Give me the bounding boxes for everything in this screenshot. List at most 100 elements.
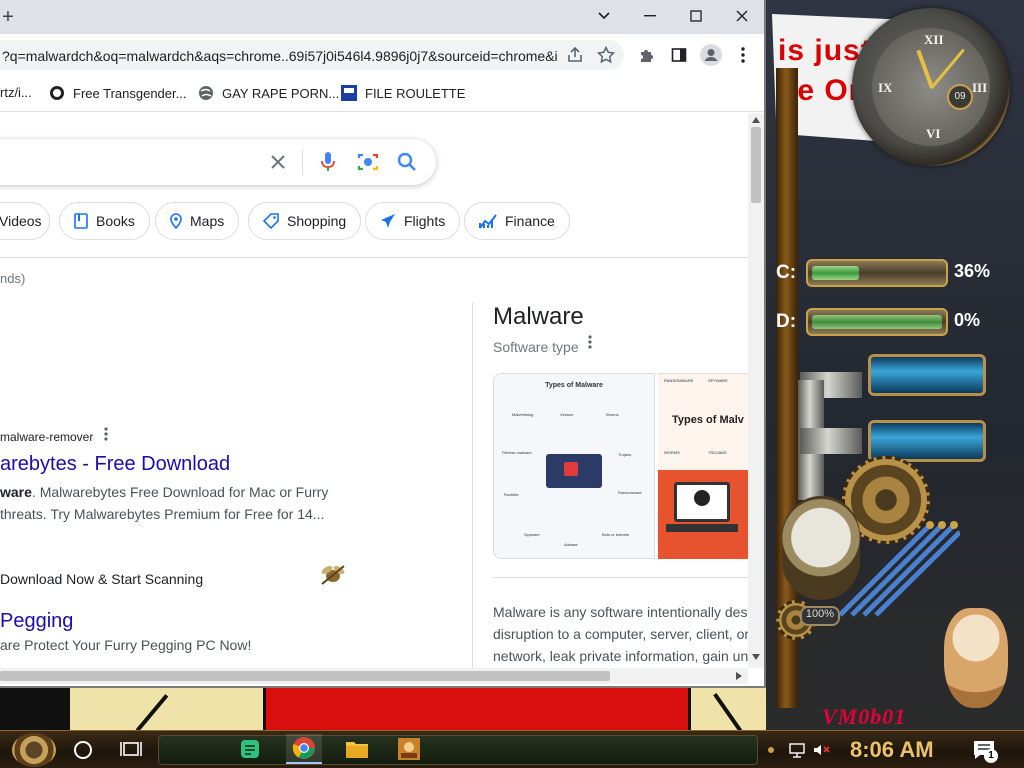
close-button[interactable]	[719, 0, 764, 32]
address-bar[interactable]: ?q=malwardch&oq=malwardch&aqs=chrome..69…	[0, 40, 624, 70]
share-button[interactable]	[563, 43, 587, 67]
skull-icon	[694, 490, 710, 506]
image-label: Rootkits	[504, 492, 519, 497]
volume-muted-icon[interactable]	[812, 741, 830, 759]
tab-search-button[interactable]	[581, 0, 627, 32]
minimize-icon	[644, 15, 656, 17]
cortana-search-icon[interactable]	[74, 741, 92, 759]
image-caption: Types of Malware	[545, 382, 603, 389]
result-url[interactable]: malware-remover	[0, 430, 93, 444]
chip-label: Maps	[190, 213, 225, 229]
scrollbar-thumb[interactable]	[0, 671, 610, 681]
maximize-icon	[690, 10, 702, 22]
result-stats: nds)	[0, 271, 26, 286]
start-button[interactable]	[12, 733, 56, 767]
horizontal-scrollbar[interactable]	[0, 668, 748, 684]
knowledge-panel-image[interactable]: Types of Malware Malvertising Viruses Worm…	[493, 373, 655, 559]
image-label: Trojans	[618, 452, 632, 457]
scroll-right-icon[interactable]	[736, 672, 742, 680]
scrollbar-thumb[interactable]	[751, 127, 761, 203]
snippet-text: . Malwarebytes Free Download for Mac or …	[31, 484, 329, 500]
scroll-up-icon[interactable]	[752, 117, 760, 123]
bookmark-item[interactable]: rtz/i...	[0, 85, 32, 100]
system-clock[interactable]: 8:06 AM	[850, 737, 934, 763]
image-label: RANSOMWARE	[664, 378, 694, 383]
maximize-button[interactable]	[673, 0, 719, 32]
chip-books[interactable]: Books	[59, 202, 150, 240]
wallpaper-block	[0, 688, 70, 730]
chip-label: Books	[96, 213, 135, 229]
vertical-scrollbar[interactable]	[748, 113, 764, 668]
voice-search-button[interactable]	[316, 150, 340, 174]
network-icon[interactable]	[788, 741, 806, 759]
result-options-button[interactable]	[104, 427, 108, 446]
bookmark-item[interactable]: FILE ROULETTE	[341, 85, 465, 101]
chip-finance[interactable]: Finance	[464, 202, 570, 240]
steampunk-clock-widget[interactable]: XII III VI IX 09	[852, 8, 1010, 166]
chip-shopping[interactable]: Shopping	[248, 202, 362, 240]
knowledge-panel-subtitle: Software type	[493, 339, 579, 355]
cables-decoration	[840, 521, 960, 617]
kebab-menu-icon	[588, 335, 592, 349]
drive-tube	[806, 308, 948, 336]
chip-flights[interactable]: Flights	[365, 202, 461, 240]
camera-icon	[357, 153, 379, 171]
notification-badge: 1	[984, 749, 998, 763]
chip-maps[interactable]: Maps	[155, 202, 240, 240]
divider	[472, 303, 473, 668]
result-snippet: ware. Malwarebytes Free Download for Mac…	[0, 481, 328, 503]
knowledge-panel-image[interactable]: RANSOMWARE SPYWARE WORMS TROJANS Types of M…	[658, 373, 748, 559]
image-label: Spyware	[524, 532, 540, 537]
taskbar-app-explorer[interactable]	[339, 734, 375, 764]
steel-pipe	[800, 428, 862, 454]
image-label: TROJANS	[708, 450, 727, 455]
bookmark-favicon-icon	[49, 85, 65, 101]
chip-videos[interactable]: Videos	[0, 202, 50, 240]
side-panel-button[interactable]	[667, 43, 691, 67]
taskbar-app-notes[interactable]	[232, 734, 268, 764]
taskbar-app-chrome[interactable]	[286, 734, 322, 764]
show-hidden-icons[interactable]	[766, 745, 776, 755]
drive-percent: 0%	[954, 310, 981, 330]
side-panel-icon	[671, 48, 687, 62]
search-button[interactable]	[395, 150, 419, 174]
app-thumbnail-icon	[398, 738, 420, 760]
knowledge-panel-options-button[interactable]	[588, 335, 592, 354]
image-search-button[interactable]	[356, 150, 380, 174]
drive-label: D:	[776, 311, 797, 332]
drive-gauge-d: D: 0%	[776, 304, 996, 340]
kebab-menu-icon	[104, 427, 108, 441]
hamster-icon[interactable]	[944, 608, 1008, 708]
clear-search-button[interactable]	[266, 150, 290, 174]
bookmark-label: Free Transgender...	[73, 85, 187, 101]
extensions-button[interactable]	[635, 43, 659, 67]
virus-icon	[564, 462, 578, 476]
scroll-down-icon[interactable]	[752, 654, 760, 660]
chrome-window: + ?q=malwardch&oq=malwardch&aqs=chrome..…	[0, 0, 766, 688]
folder-icon	[346, 742, 368, 758]
knowledge-panel-title: Malware	[493, 303, 584, 330]
bookmark-item[interactable]: Free Transgender...	[49, 85, 186, 101]
result-title-link[interactable]: Pegging	[0, 610, 73, 633]
bookmark-star-button[interactable]	[594, 43, 618, 67]
menu-button[interactable]	[731, 43, 755, 67]
star-icon	[597, 46, 615, 64]
bookmark-item[interactable]: GAY RAPE PORN...	[198, 85, 339, 101]
taskbar-app-game[interactable]	[391, 734, 427, 764]
drive-label: C:	[776, 262, 797, 283]
image-label: Bots or botnets	[602, 532, 629, 537]
chip-label: Shopping	[287, 213, 347, 229]
result-sitelink[interactable]: Download Now & Start Scanning	[0, 571, 203, 587]
search-input[interactable]	[0, 139, 436, 185]
address-text[interactable]: ?q=malwardch&oq=malwardch&aqs=chrome..69…	[2, 48, 558, 64]
kebab-menu-icon	[741, 47, 745, 63]
image-label: Malvertising	[512, 412, 534, 417]
task-view-icon[interactable]	[120, 740, 142, 760]
share-icon	[568, 46, 582, 62]
puzzle-icon	[641, 50, 653, 62]
result-title-link[interactable]: arebytes - Free Download	[0, 453, 230, 476]
profile-button[interactable]	[699, 43, 723, 67]
new-tab-button[interactable]: +	[0, 7, 16, 27]
bookmarks-bar: rtz/i... Free Transgender... GAY RAPE PO…	[0, 76, 764, 112]
minimize-button[interactable]	[627, 0, 673, 32]
